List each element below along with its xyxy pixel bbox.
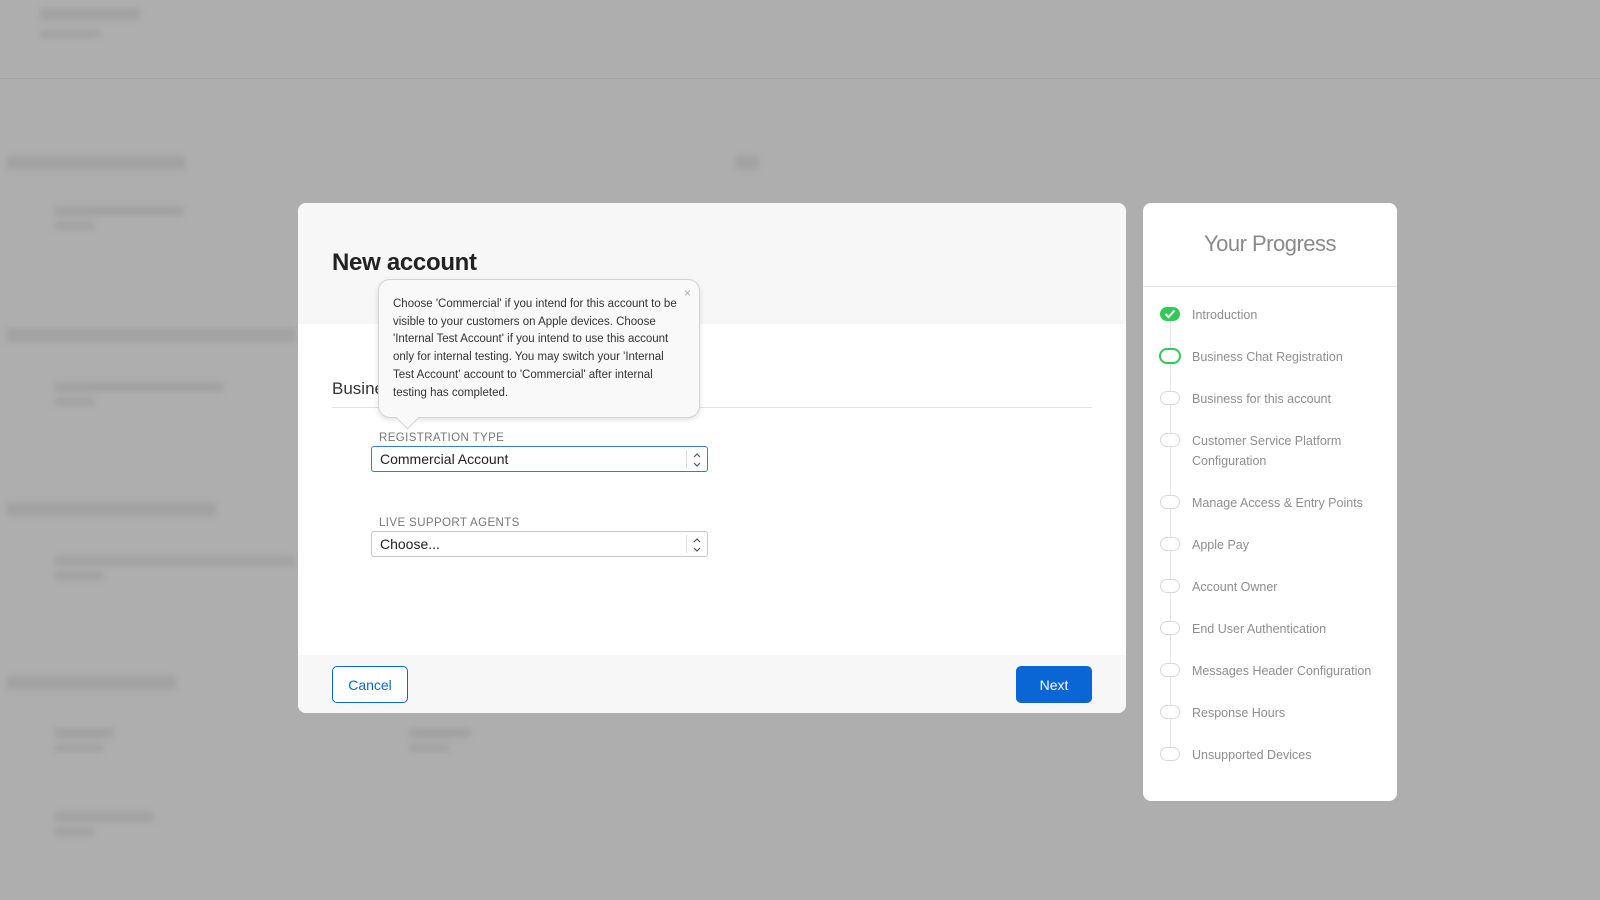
progress-title: Your Progress [1203, 231, 1337, 256]
step-complete-check-icon [1160, 307, 1180, 321]
background-blur [54, 812, 154, 822]
background-blur [6, 676, 176, 690]
progress-divider [1143, 286, 1397, 287]
background-blur [54, 398, 94, 406]
background-blur [735, 156, 759, 170]
background-blur [54, 728, 114, 738]
step-current-icon [1159, 348, 1181, 364]
modal-footer: Cancel Next [298, 655, 1126, 713]
close-icon[interactable]: × [684, 285, 691, 303]
step-pending-icon [1160, 537, 1180, 551]
step-label: Introduction [1192, 308, 1258, 322]
live-support-agents-label: LIVE SUPPORT AGENTS [379, 517, 520, 529]
cancel-button[interactable]: Cancel [332, 666, 408, 703]
background-blur [6, 502, 216, 516]
registration-type-tooltip: × Choose 'Commercial' if you intend for … [378, 279, 700, 430]
step-pending-icon [1160, 433, 1180, 447]
background-blur [6, 328, 296, 342]
background-blur [6, 156, 186, 170]
step-pending-icon [1160, 663, 1180, 677]
background-blur [54, 572, 104, 580]
background-blur [40, 8, 140, 20]
background-blur [54, 828, 94, 836]
registration-type-label: REGISTRATION TYPE [379, 432, 505, 444]
tooltip-text: Choose 'Commercial' if you intend for th… [393, 298, 677, 399]
step-pending-icon [1160, 391, 1180, 405]
live-support-agents-select[interactable]: Choose... [371, 531, 708, 557]
progress-track [1170, 311, 1171, 757]
step-label: Customer Service Platform Configuration [1192, 434, 1342, 468]
step-label: Business for this account [1192, 392, 1331, 406]
live-support-agents-value: Choose... [380, 536, 440, 552]
background-blur [54, 222, 94, 230]
step-pending-icon [1160, 747, 1180, 761]
step-pending-icon [1160, 495, 1180, 509]
step-label: Account Owner [1192, 580, 1278, 594]
select-stepper-icon [686, 450, 707, 468]
step-pending-icon [1160, 621, 1180, 635]
step-pending-icon [1160, 705, 1180, 719]
step-label: Messages Header Configuration [1192, 664, 1372, 678]
background-blur [410, 744, 450, 752]
step-label: Manage Access & Entry Points [1192, 496, 1363, 510]
step-pending-icon [1160, 579, 1180, 593]
background-blur [54, 744, 104, 752]
background-blur [54, 556, 294, 566]
modal-title: New account [332, 249, 477, 276]
step-label: Business Chat Registration [1192, 350, 1343, 364]
next-button[interactable]: Next [1016, 666, 1092, 703]
step-label: Unsupported Devices [1192, 748, 1312, 762]
registration-type-select[interactable]: Commercial Account [371, 446, 708, 472]
background-blur [40, 30, 100, 38]
step-label: End User Authentication [1192, 622, 1327, 636]
background-blur [54, 382, 224, 392]
step-label: Apple Pay [1192, 538, 1249, 552]
progress-panel: Your Progress Introduction Business Chat… [1143, 203, 1397, 801]
background-blur [54, 206, 184, 216]
select-stepper-icon [686, 535, 707, 553]
registration-type-value: Commercial Account [380, 451, 509, 467]
step-label: Response Hours [1192, 706, 1286, 720]
background-blur [410, 728, 470, 738]
background-divider [0, 78, 1600, 79]
